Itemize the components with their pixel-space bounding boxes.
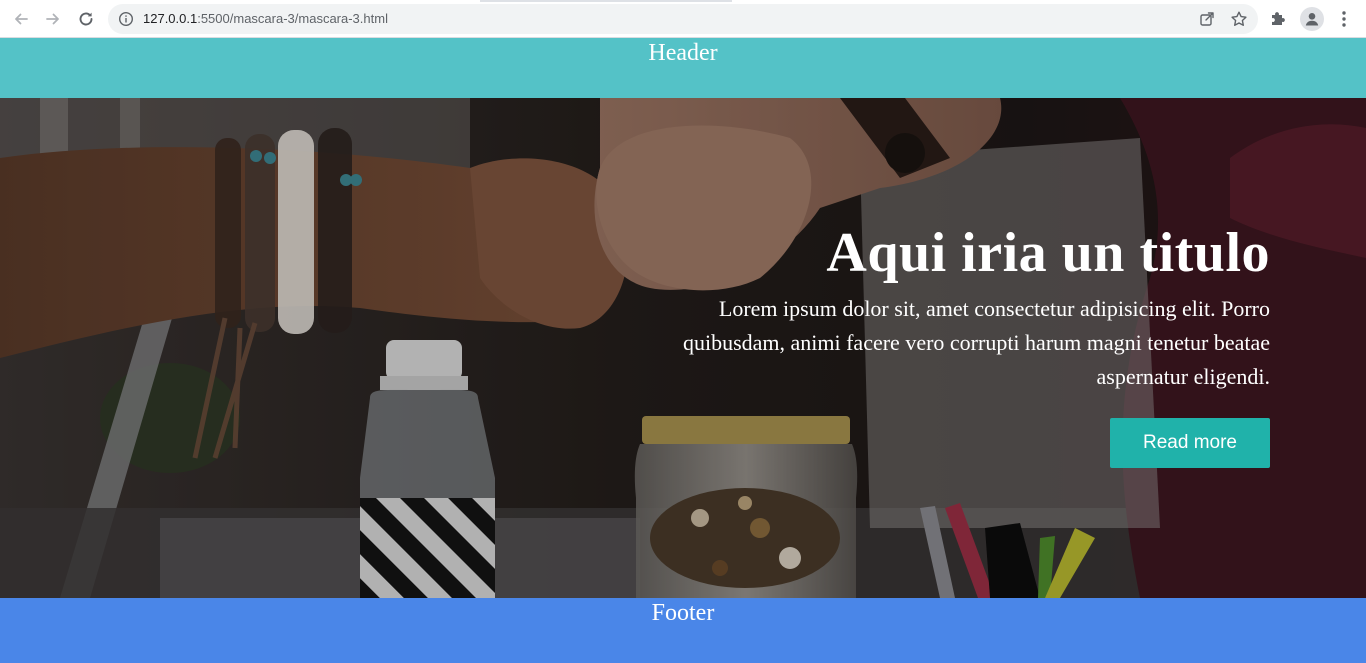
share-icon[interactable]	[1198, 10, 1216, 28]
profile-button[interactable]	[1300, 7, 1324, 31]
address-bar[interactable]: 127.0.0.1:5500/mascara-3/mascara-3.html	[108, 4, 1258, 34]
info-icon[interactable]	[118, 11, 134, 27]
avatar-icon	[1305, 13, 1319, 26]
header-label: Header	[648, 40, 718, 66]
back-button[interactable]	[9, 7, 33, 31]
reload-icon	[79, 12, 93, 26]
puzzle-icon[interactable]	[1268, 9, 1288, 29]
hero-description: Lorem ipsum dolor sit, amet consectetur …	[682, 296, 1270, 389]
reload-button[interactable]	[74, 7, 98, 31]
tab-strip-edge	[480, 0, 732, 2]
hero-content: Aqui iria un titulo Lorem ipsum dolor si…	[630, 220, 1270, 394]
arrow-right-icon	[46, 13, 59, 25]
arrow-left-icon	[15, 13, 28, 25]
page-content: Header Aqui iria un titulo Lorem ipsum d…	[0, 38, 1366, 663]
forward-button[interactable]	[41, 7, 65, 31]
url-text[interactable]: 127.0.0.1:5500/mascara-3/mascara-3.html	[143, 4, 388, 34]
browser-toolbar: 127.0.0.1:5500/mascara-3/mascara-3.html	[0, 0, 1366, 38]
read-more-button[interactable]: Read more	[1110, 418, 1270, 468]
hero-banner: Aqui iria un titulo Lorem ipsum dolor si…	[0, 98, 1366, 598]
site-footer: Footer	[0, 598, 1366, 663]
hero-title: Aqui iria un titulo	[826, 222, 1270, 284]
site-header: Header	[0, 38, 1366, 98]
star-icon[interactable]	[1230, 10, 1248, 28]
footer-label: Footer	[651, 600, 715, 626]
url-host: 127.0.0.1	[143, 11, 198, 26]
url-path: :5500/mascara-3/mascara-3.html	[197, 11, 388, 26]
kebab-menu-icon[interactable]	[1336, 9, 1352, 29]
